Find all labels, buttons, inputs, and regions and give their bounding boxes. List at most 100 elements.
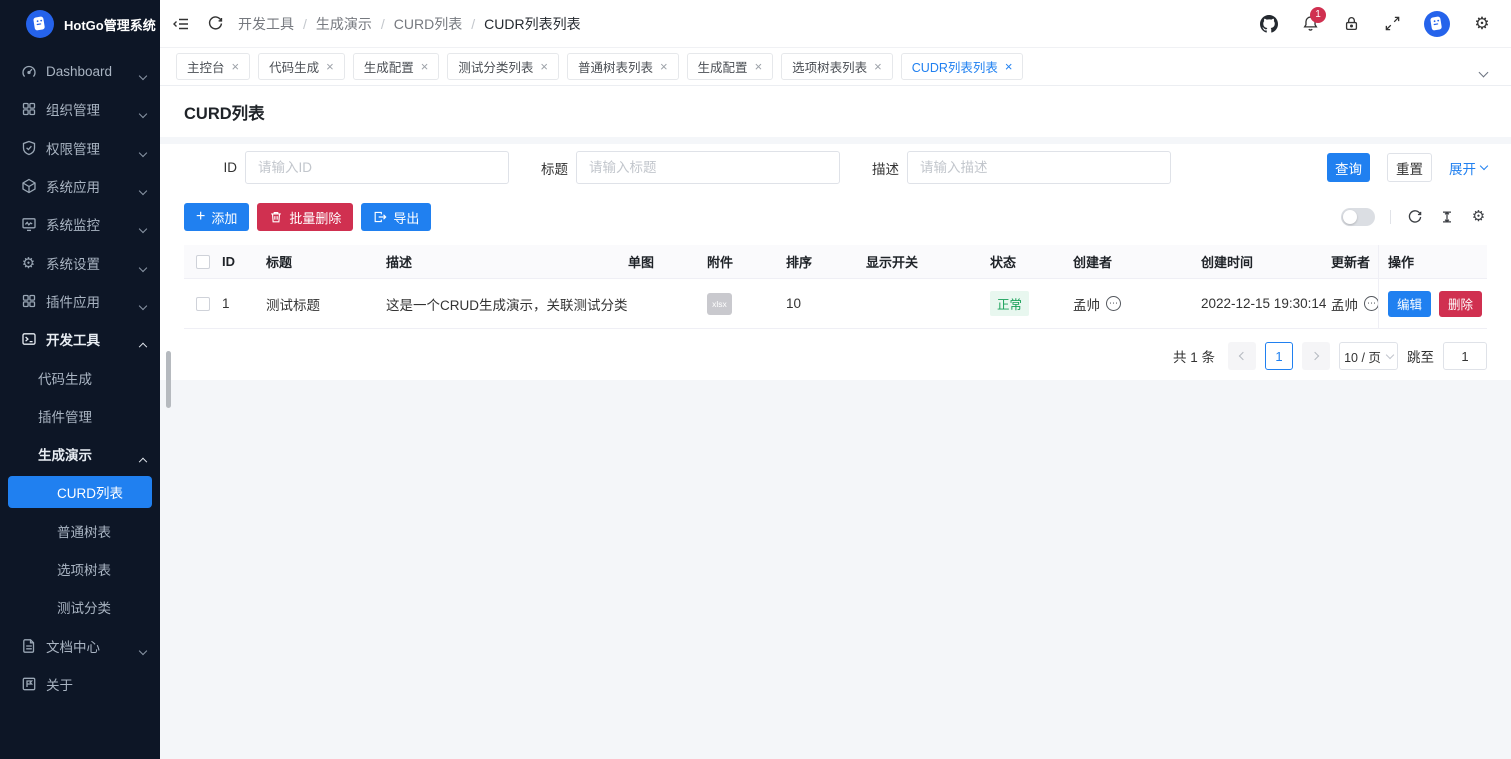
tabbar-chevron-down-icon[interactable] — [1480, 64, 1487, 79]
sidebar-item-normal-tree[interactable]: 普通树表 — [0, 512, 160, 550]
flag-icon — [20, 675, 37, 692]
batch-delete-button[interactable]: 批量删除 — [257, 203, 353, 231]
sidebar-item-gen-demo[interactable]: 生成演示 — [0, 435, 160, 473]
notification-bell-icon[interactable]: 1 — [1301, 15, 1319, 33]
sidebar-item-dashboard[interactable]: Dashboard — [0, 52, 160, 90]
attachment-file-chip[interactable]: xlsx — [707, 293, 732, 315]
shield-icon — [20, 139, 37, 156]
grid-icon — [20, 101, 37, 118]
tab-console[interactable]: 主控台× — [176, 53, 250, 80]
close-icon[interactable]: × — [755, 60, 763, 73]
close-icon[interactable]: × — [874, 60, 882, 73]
sidebar-item-label: 生成演示 — [38, 444, 92, 464]
fullscreen-icon[interactable] — [1383, 15, 1401, 33]
row-density-icon[interactable] — [1438, 209, 1455, 226]
creator-more-icon[interactable]: ⋯ — [1106, 296, 1121, 311]
reset-button[interactable]: 重置 — [1387, 153, 1432, 182]
edit-button[interactable]: 编辑 — [1388, 291, 1431, 317]
sidebar-item-plugin-app[interactable]: 插件应用 — [0, 282, 160, 320]
close-icon[interactable]: × — [232, 60, 240, 73]
close-icon[interactable]: × — [1005, 60, 1013, 73]
sidebar-item-permission[interactable]: 权限管理 — [0, 129, 160, 167]
updater-more-icon[interactable]: ⋯ — [1364, 296, 1378, 311]
col-sort: 排序 — [786, 252, 866, 271]
hotgo-logo-icon — [26, 10, 54, 38]
settings-gear-icon[interactable]: ⚙ — [1473, 15, 1491, 33]
breadcrumb-item[interactable]: 生成演示 — [316, 14, 372, 34]
user-avatar[interactable] — [1424, 11, 1450, 37]
vertical-scrollbar-thumb[interactable] — [166, 351, 171, 408]
tab-gen-config-1[interactable]: 生成配置× — [353, 53, 440, 80]
tab-cudr-list-active[interactable]: CUDR列表列表× — [901, 53, 1024, 80]
sidebar-item-plugin-manage[interactable]: 插件管理 — [0, 397, 160, 435]
breadcrumb-item[interactable]: 开发工具 — [238, 14, 294, 34]
page-size-select[interactable]: 10 / 页 — [1339, 342, 1398, 370]
sidebar-item-label: 系统应用 — [46, 176, 100, 196]
chevron-down-icon — [140, 67, 146, 82]
close-icon[interactable]: × — [540, 60, 548, 73]
sidebar-item-curd-list[interactable]: CURD列表 — [0, 473, 160, 511]
col-id: ID — [222, 254, 266, 269]
jump-label: 跳至 — [1407, 346, 1434, 366]
tab-option-tree-list[interactable]: 选项树表列表× — [781, 53, 893, 80]
id-input[interactable] — [245, 151, 509, 184]
desc-input[interactable] — [907, 151, 1171, 184]
close-icon[interactable]: × — [421, 60, 429, 73]
sidebar-item-dev-tools[interactable]: 开发工具 — [0, 320, 160, 358]
close-icon[interactable]: × — [660, 60, 668, 73]
sidebar-item-system-app[interactable]: 系统应用 — [0, 167, 160, 205]
plus-icon: + — [196, 209, 205, 225]
current-page-button[interactable]: 1 — [1265, 342, 1293, 370]
sidebar-item-label: 关于 — [46, 674, 73, 694]
trash-icon — [269, 210, 283, 224]
sidebar-item-about[interactable]: 关于 — [0, 665, 160, 703]
striped-toggle[interactable] — [1341, 208, 1375, 226]
lock-icon[interactable] — [1342, 15, 1360, 33]
jump-page-input[interactable] — [1443, 342, 1487, 370]
col-created-at: 创建时间 — [1201, 252, 1331, 271]
row-checkbox[interactable] — [196, 297, 210, 311]
main-area: 开发工具 / 生成演示 / CURD列表 / CUDR列表列表 1 — [160, 0, 1511, 759]
chevron-up-icon — [140, 335, 146, 350]
page-title: CURD列表 — [184, 100, 265, 124]
gear-icon: ⚙ — [20, 254, 37, 271]
batch-delete-label: 批量删除 — [289, 208, 341, 227]
github-icon[interactable] — [1260, 15, 1278, 33]
next-page-button[interactable] — [1302, 342, 1330, 370]
app-logo[interactable]: HotGo管理系统 — [0, 0, 160, 48]
tab-normal-tree-list[interactable]: 普通树表列表× — [567, 53, 679, 80]
tab-gen-config-2[interactable]: 生成配置× — [687, 53, 774, 80]
breadcrumb-separator: / — [381, 16, 385, 32]
tab-code-gen[interactable]: 代码生成 × — [258, 53, 345, 80]
title-input[interactable] — [576, 151, 840, 184]
table-refresh-icon[interactable] — [1406, 209, 1423, 226]
prev-page-button[interactable] — [1228, 342, 1256, 370]
table-toolbar: + 添加 批量删除 导出 — [184, 203, 1487, 231]
tab-label: 代码生成 — [269, 57, 319, 76]
table-header-row: ID 标题 描述 单图 附件 排序 显示开关 状态 创建者 创建时间 更新者 操… — [184, 245, 1487, 279]
col-switch: 显示开关 — [866, 252, 990, 271]
sidebar-collapse-icon[interactable] — [172, 15, 190, 33]
select-all-checkbox[interactable] — [196, 255, 210, 269]
breadcrumb-item[interactable]: CURD列表 — [394, 14, 462, 34]
delete-button[interactable]: 删除 — [1439, 291, 1482, 317]
cell-id: 1 — [222, 296, 266, 311]
sidebar-item-system-monitor[interactable]: 系统监控 — [0, 205, 160, 243]
query-button[interactable]: 查询 — [1327, 153, 1370, 182]
sidebar-item-system-settings[interactable]: ⚙ 系统设置 — [0, 243, 160, 281]
column-settings-gear-icon[interactable]: ⚙ — [1470, 209, 1487, 226]
expand-link[interactable]: 展开 — [1449, 158, 1487, 178]
close-icon[interactable]: × — [326, 60, 334, 73]
title-label: 标题 — [515, 158, 568, 178]
sidebar-item-label: 插件应用 — [46, 291, 100, 311]
tab-test-category-list[interactable]: 测试分类列表× — [447, 53, 559, 80]
sidebar-item-option-tree[interactable]: 选项树表 — [0, 550, 160, 588]
refresh-icon[interactable] — [206, 15, 224, 33]
sidebar-item-label: Dashboard — [46, 64, 112, 79]
sidebar-item-code-gen[interactable]: 代码生成 — [0, 358, 160, 396]
sidebar-item-doc-center[interactable]: 文档中心 — [0, 626, 160, 664]
add-button[interactable]: + 添加 — [184, 203, 249, 231]
sidebar-item-org[interactable]: 组织管理 — [0, 90, 160, 128]
sidebar-item-test-category[interactable]: 测试分类 — [0, 588, 160, 626]
export-button[interactable]: 导出 — [361, 203, 431, 231]
